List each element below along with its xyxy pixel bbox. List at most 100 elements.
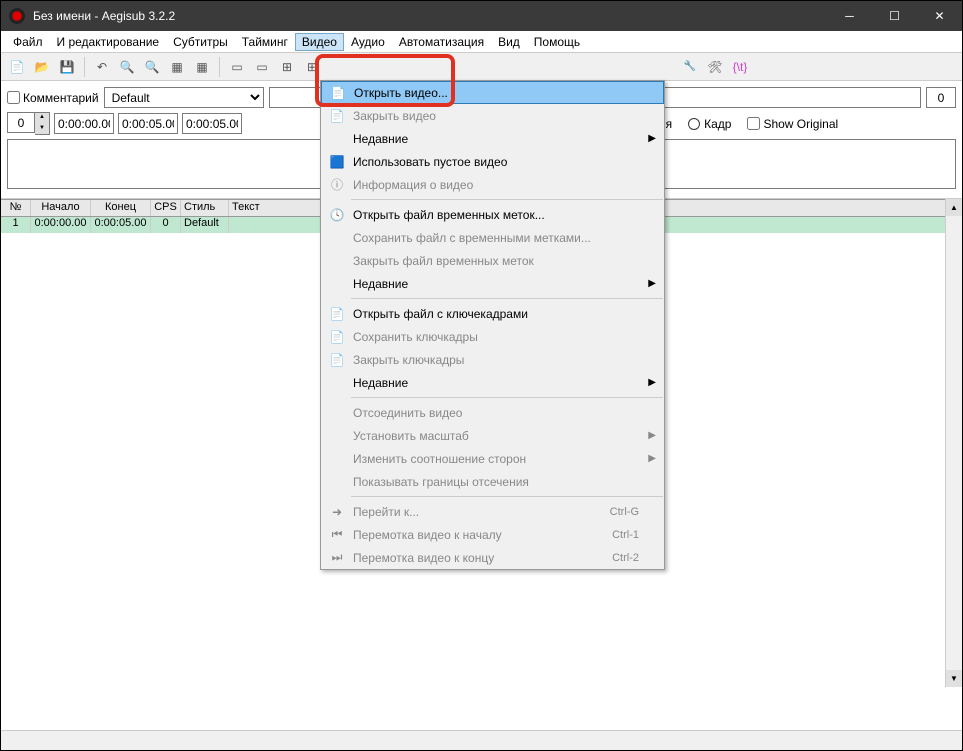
menu-automation[interactable]: Автоматизация	[392, 33, 491, 51]
show-original-checkbox[interactable]: Show Original	[747, 117, 838, 131]
tool-icon[interactable]: ▦	[191, 56, 213, 78]
menu-audio[interactable]: Аудио	[344, 33, 392, 51]
close-video-icon: 📄	[325, 109, 349, 123]
maximize-button[interactable]: ☐	[872, 1, 917, 31]
scroll-up-icon[interactable]: ▲	[946, 199, 962, 216]
window-controls: ─ ☐ ✕	[827, 1, 962, 31]
tag-icon[interactable]: {\t}	[729, 56, 751, 78]
frame-radio-label: Кадр	[704, 117, 731, 131]
menu-separator	[351, 496, 663, 497]
dummy-video-icon: 🟦	[325, 155, 349, 169]
replace-icon[interactable]: 🔍	[141, 56, 163, 78]
header-style[interactable]: Стиль	[181, 200, 229, 216]
cell-num: 1	[1, 217, 31, 233]
find-icon[interactable]: 🔍	[116, 56, 138, 78]
toolbar-separator	[84, 57, 85, 77]
cell-cps: 0	[151, 217, 181, 233]
submenu-arrow-icon: ▶	[648, 133, 656, 144]
cell-end: 0:00:05.00	[91, 217, 151, 233]
menu-open-timecodes[interactable]: 🕓 Открыть файл временных меток...	[321, 203, 664, 226]
menu-jump-end: ⏭ Перемотка видео к концу Ctrl-2	[321, 546, 664, 569]
menu-subtitles[interactable]: Субтитры	[166, 33, 235, 51]
tool-icon[interactable]: ⊞	[276, 56, 298, 78]
open-timecodes-icon: 🕓	[325, 208, 349, 222]
save-file-icon[interactable]: 💾	[56, 56, 78, 78]
tool-icon[interactable]: ▭	[226, 56, 248, 78]
start-time-input[interactable]	[54, 113, 114, 134]
menu-separator	[351, 199, 663, 200]
menu-dummy-video[interactable]: 🟦 Использовать пустое видео	[321, 150, 664, 173]
menu-jump-start: ⏮ Перемотка видео к началу Ctrl-1	[321, 523, 664, 546]
menu-open-video[interactable]: 📄 Открыть видео...	[321, 81, 664, 104]
scroll-down-icon[interactable]: ▼	[946, 670, 962, 687]
menu-overscan: Показывать границы отсечения	[321, 470, 664, 493]
menu-file[interactable]: Файл	[6, 33, 50, 51]
header-start[interactable]: Начало	[31, 200, 91, 216]
comment-checkbox-input[interactable]	[7, 91, 20, 104]
bold-icon[interactable]: 🔧	[679, 56, 701, 78]
menu-separator	[351, 298, 663, 299]
spin-down-icon[interactable]: ▼	[35, 124, 49, 135]
tool-icon[interactable]: ▭	[251, 56, 273, 78]
layer-spinner[interactable]: ▲▼	[7, 112, 50, 135]
menu-save-keyframes: 📄 Сохранить ключкадры	[321, 325, 664, 348]
menu-timing[interactable]: Тайминг	[235, 33, 295, 51]
jump-end-icon: ⏭	[325, 550, 349, 565]
comment-checkbox[interactable]: Комментарий	[7, 91, 99, 105]
menu-save-timecodes: Сохранить файл с временными метками...	[321, 226, 664, 249]
toolbar-main: 📄 📂 💾 ↶ 🔍 🔍 ▦ ▦ ▭ ▭ ⊞ ⊞ 🔧 🛠 {\t}	[1, 53, 962, 81]
menu-bar: Файл И редактирование Субтитры Тайминг В…	[1, 31, 962, 53]
video-menu-dropdown: 📄 Открыть видео... 📄 Закрыть видео Недав…	[320, 80, 665, 570]
submenu-arrow-icon: ▶	[648, 430, 656, 441]
status-bar	[1, 730, 962, 750]
menu-close-video: 📄 Закрыть видео	[321, 104, 664, 127]
menu-recent-timecodes[interactable]: Недавние ▶	[321, 272, 664, 295]
menu-recent-keyframes[interactable]: Недавние ▶	[321, 371, 664, 394]
app-logo-icon	[9, 8, 25, 24]
end-time-input[interactable]	[118, 113, 178, 134]
menu-video-info: ⓘ Информация о видео	[321, 173, 664, 196]
submenu-arrow-icon: ▶	[648, 377, 656, 388]
header-end[interactable]: Конец	[91, 200, 151, 216]
frame-radio[interactable]	[688, 118, 700, 130]
minimize-button[interactable]: ─	[827, 1, 872, 31]
menu-close-timecodes: Закрыть файл временных меток	[321, 249, 664, 272]
menu-jump-to: ➜ Перейти к... Ctrl-G	[321, 500, 664, 523]
menu-open-keyframes[interactable]: 📄 Открыть файл с ключекадрами	[321, 302, 664, 325]
header-cps[interactable]: CPS	[151, 200, 181, 216]
open-keyframes-icon: 📄	[325, 307, 349, 321]
menu-help[interactable]: Помощь	[527, 33, 587, 51]
undo-icon[interactable]: ↶	[91, 56, 113, 78]
title-bar: Без имени - Aegisub 3.2.2 ─ ☐ ✕	[1, 1, 962, 31]
submenu-arrow-icon: ▶	[648, 453, 656, 464]
window-title: Без имени - Aegisub 3.2.2	[33, 9, 827, 23]
menu-video[interactable]: Видео	[295, 33, 344, 51]
tools-icon[interactable]: 🛠	[704, 56, 726, 78]
close-button[interactable]: ✕	[917, 1, 962, 31]
show-original-input[interactable]	[747, 117, 760, 130]
menu-aspect-ratio: Изменить соотношение сторон ▶	[321, 447, 664, 470]
layer-input[interactable]	[7, 112, 35, 133]
new-file-icon[interactable]: 📄	[6, 56, 28, 78]
show-original-label: Show Original	[763, 117, 838, 131]
submenu-arrow-icon: ▶	[648, 278, 656, 289]
menu-view[interactable]: Вид	[491, 33, 527, 51]
close-keyframes-icon: 📄	[325, 353, 349, 367]
tool-icon[interactable]: ⊞	[301, 56, 323, 78]
tool-icon[interactable]: ▦	[166, 56, 188, 78]
style-select[interactable]: Default	[104, 87, 264, 108]
menu-edit[interactable]: И редактирование	[50, 33, 167, 51]
duration-input[interactable]	[182, 113, 242, 134]
spin-up-icon[interactable]: ▲	[35, 113, 49, 124]
cell-style: Default	[181, 217, 229, 233]
vertical-scrollbar[interactable]: ▲ ▼	[945, 199, 962, 687]
menu-close-keyframes: 📄 Закрыть ключкадры	[321, 348, 664, 371]
header-num[interactable]: №	[1, 200, 31, 216]
cell-start: 0:00:00.00	[31, 217, 91, 233]
open-file-icon[interactable]: 📂	[31, 56, 53, 78]
open-video-icon: 📄	[326, 86, 350, 100]
info-icon: ⓘ	[325, 176, 349, 193]
menu-recent-video[interactable]: Недавние ▶	[321, 127, 664, 150]
jump-start-icon: ⏮	[325, 527, 349, 542]
maxchars-input[interactable]	[926, 87, 956, 108]
